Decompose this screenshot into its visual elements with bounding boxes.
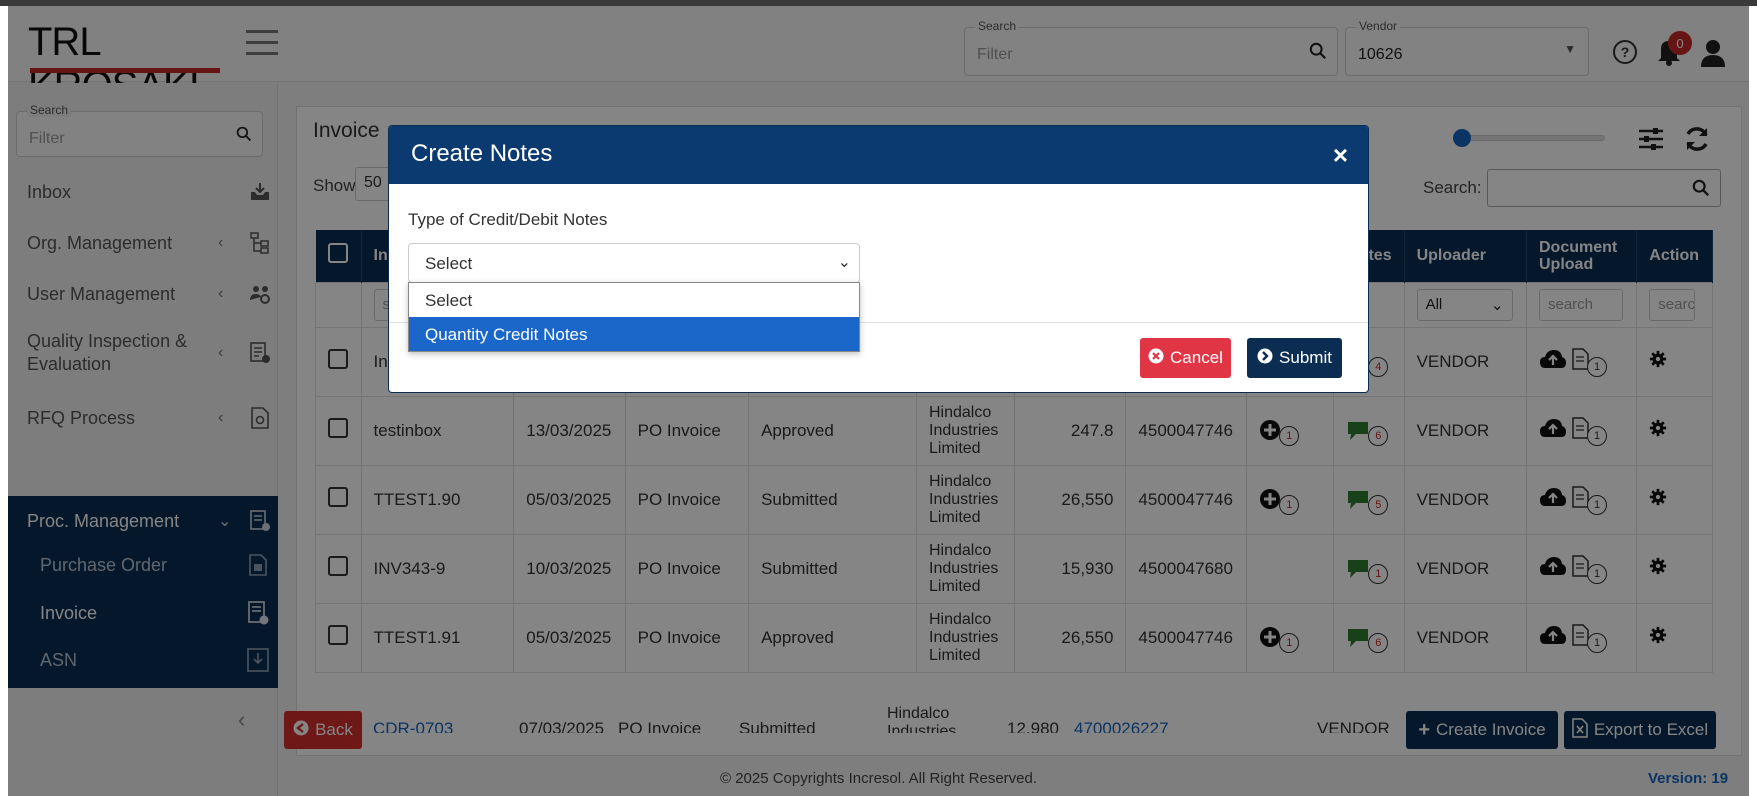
arrow-right-circle-icon [1257,348,1273,369]
cancel-label: Cancel [1170,348,1223,367]
chevron-down-icon: ⌄ [837,254,851,271]
notes-type-dropdown: Select Quantity Credit Notes [408,282,860,352]
create-notes-modal: Create Notes × Type of Credit/Debit Note… [388,125,1369,393]
notes-type-select[interactable]: Select ⌄ [408,243,860,283]
dropdown-option-select[interactable]: Select [409,283,859,317]
cancel-button[interactable]: Cancel [1140,338,1231,378]
close-icon[interactable]: × [1333,140,1348,171]
submit-label: Submit [1279,348,1332,367]
dropdown-option-quantity-credit-notes[interactable]: Quantity Credit Notes [409,317,859,351]
modal-title: Create Notes [411,140,553,167]
cancel-icon [1148,348,1164,369]
modal-header: Create Notes × [389,126,1368,184]
submit-button[interactable]: Submit [1247,338,1342,378]
notes-type-value: Select [425,254,473,273]
notes-type-label: Type of Credit/Debit Notes [408,210,608,229]
